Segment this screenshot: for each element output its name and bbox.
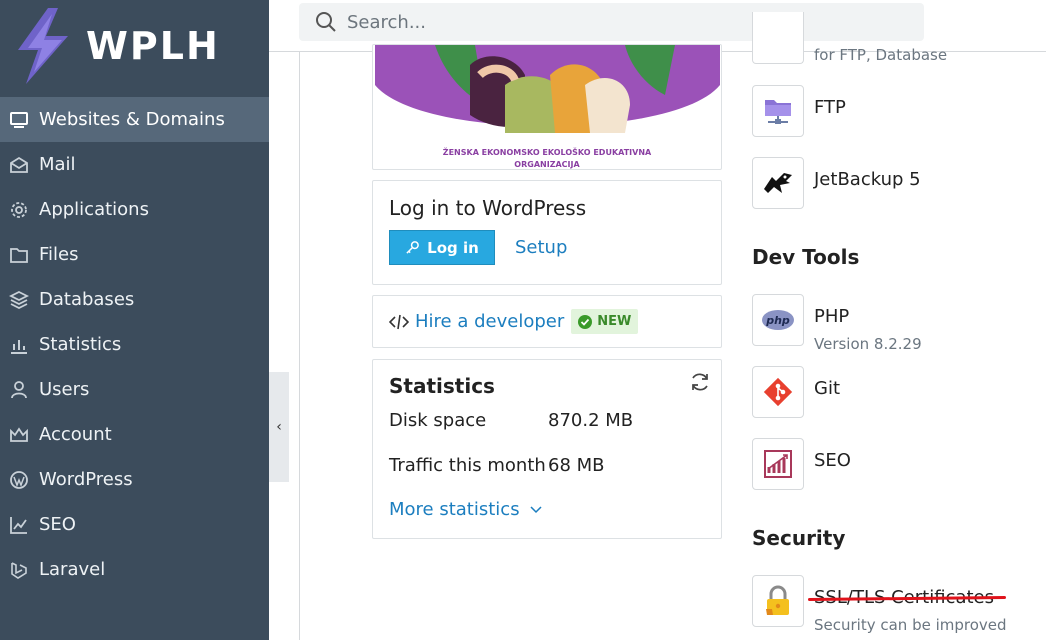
database-tool-icon-partial[interactable]	[752, 12, 804, 64]
svg-text:php: php	[765, 314, 790, 327]
site-preview-caption: ŽENSKA EKONOMSKO EKOLOŠKO EDUKATIVNA ORG…	[373, 147, 721, 169]
crown-icon	[8, 424, 30, 446]
login-button-label: Log in	[427, 238, 479, 257]
sidebar-item-databases[interactable]: Databases	[0, 277, 269, 322]
wordpress-icon	[8, 469, 30, 491]
key-icon	[406, 241, 420, 254]
sidebar-item-seo[interactable]: SEO	[0, 502, 269, 547]
seo-tool-icon	[752, 438, 804, 490]
gear-icon	[8, 199, 30, 221]
tool-ftp[interactable]: FTP	[752, 85, 846, 137]
statistics-title: Statistics	[389, 374, 495, 398]
hire-developer-card: Hire a developer NEW	[372, 295, 722, 348]
ftp-icon	[752, 85, 804, 137]
hire-developer-link[interactable]: Hire a developer	[415, 311, 564, 332]
sidebar-item-label: Websites & Domains	[39, 109, 225, 130]
wordpress-login-button[interactable]: Log in	[389, 230, 495, 265]
mail-icon	[8, 154, 30, 176]
code-icon	[389, 314, 409, 329]
laravel-icon	[8, 559, 30, 581]
tool-name: JetBackup 5	[814, 169, 921, 190]
sidebar-item-files[interactable]: Files	[0, 232, 269, 277]
new-badge-label: NEW	[597, 314, 632, 329]
tool-name: PHP	[814, 306, 850, 327]
sidebar-item-label: Users	[39, 379, 90, 400]
sidebar-item-mail[interactable]: Mail	[0, 142, 269, 187]
tool-subtitle: Version 8.2.29	[814, 335, 922, 353]
wordpress-login-title: Log in to WordPress	[389, 196, 587, 220]
sidebar-item-label: Account	[39, 424, 112, 445]
user-icon	[8, 379, 30, 401]
dev-tools-heading: Dev Tools	[752, 245, 860, 269]
sidebar-item-label: Databases	[39, 289, 135, 310]
new-badge: NEW	[571, 309, 639, 334]
bar-chart-icon	[8, 334, 30, 356]
chevron-left-icon: ‹	[276, 419, 282, 435]
sidebar-item-label: Files	[39, 244, 79, 265]
sidebar: WPLH Websites & Domains Mail Application…	[0, 0, 269, 640]
chevron-down-icon	[530, 505, 542, 513]
caption-line-1: ŽENSKA EKONOMSKO EKOLOŠKO EDUKATIVNA	[442, 148, 652, 157]
stat-value: 870.2 MB	[548, 410, 634, 431]
search-input[interactable]	[347, 11, 907, 33]
sidebar-item-statistics[interactable]: Statistics	[0, 322, 269, 367]
content-divider	[299, 52, 300, 640]
sidebar-item-label: WordPress	[39, 469, 133, 490]
sidebar-item-label: Mail	[39, 154, 76, 175]
logo-text: WPLH	[86, 24, 220, 68]
more-statistics-link[interactable]: More statistics	[389, 499, 542, 520]
folder-icon	[8, 244, 30, 266]
tool-git[interactable]: Git	[752, 366, 840, 418]
stat-row-traffic: Traffic this month 68 MB	[389, 455, 605, 476]
tool-jetbackup[interactable]: JetBackup 5	[752, 157, 921, 209]
sidebar-item-users[interactable]: Users	[0, 367, 269, 412]
check-circle-icon	[578, 314, 593, 329]
logo[interactable]: WPLH	[12, 6, 252, 86]
caption-line-2: ORGANIZACIJA	[514, 160, 580, 169]
search-box[interactable]	[299, 3, 924, 41]
sidebar-item-laravel[interactable]: Laravel	[0, 547, 269, 592]
statistics-card: Statistics Disk space 870.2 MB Traffic t…	[372, 359, 722, 539]
jetbackup-icon	[752, 157, 804, 209]
sidebar-item-applications[interactable]: Applications	[0, 187, 269, 232]
refresh-icon[interactable]	[689, 371, 711, 393]
site-preview-image	[375, 45, 720, 133]
stat-label: Traffic this month	[389, 455, 546, 476]
sidebar-item-label: Laravel	[39, 559, 106, 580]
sidebar-collapse-handle[interactable]: ‹	[269, 372, 289, 482]
tool-ssl-tls[interactable]: SSL/TLS Certificates Security can be imp…	[752, 575, 1007, 634]
search-icon	[316, 12, 336, 32]
sidebar-item-label: Statistics	[39, 334, 122, 355]
cut-off-subtitle: for FTP, Database	[814, 46, 948, 64]
tool-name: FTP	[814, 97, 846, 118]
git-icon	[752, 366, 804, 418]
more-statistics-label: More statistics	[389, 499, 520, 520]
sidebar-item-label: Applications	[39, 199, 149, 220]
logo-bolt-icon	[18, 8, 68, 84]
sidebar-item-label: SEO	[39, 514, 76, 535]
php-icon: php	[752, 294, 804, 346]
sidebar-nav: Websites & Domains Mail Applications Fil…	[0, 97, 269, 592]
sidebar-item-account[interactable]: Account	[0, 412, 269, 457]
tool-php[interactable]: php PHP Version 8.2.29	[752, 294, 922, 353]
stat-value: 68 MB	[548, 455, 605, 476]
layers-icon	[8, 289, 30, 311]
tool-subtitle: Security can be improved	[814, 616, 1007, 634]
seo-icon	[8, 514, 30, 536]
monitor-icon	[8, 109, 30, 131]
wordpress-setup-link[interactable]: Setup	[515, 237, 567, 258]
stat-label: Disk space	[389, 410, 487, 431]
ssl-lock-icon	[752, 575, 804, 627]
sidebar-item-websites-domains[interactable]: Websites & Domains	[0, 97, 269, 142]
security-heading: Security	[752, 526, 846, 550]
stat-row-disk-space: Disk space 870.2 MB	[389, 410, 633, 431]
tool-seo[interactable]: SEO	[752, 438, 851, 490]
tool-name: Git	[814, 378, 841, 399]
tool-name: SEO	[814, 450, 851, 471]
site-preview-card[interactable]: ŽENSKA EKONOMSKO EKOLOŠKO EDUKATIVNA ORG…	[372, 44, 722, 170]
sidebar-item-wordpress[interactable]: WordPress	[0, 457, 269, 502]
wordpress-login-card: Log in to WordPress Log in Setup	[372, 180, 722, 285]
